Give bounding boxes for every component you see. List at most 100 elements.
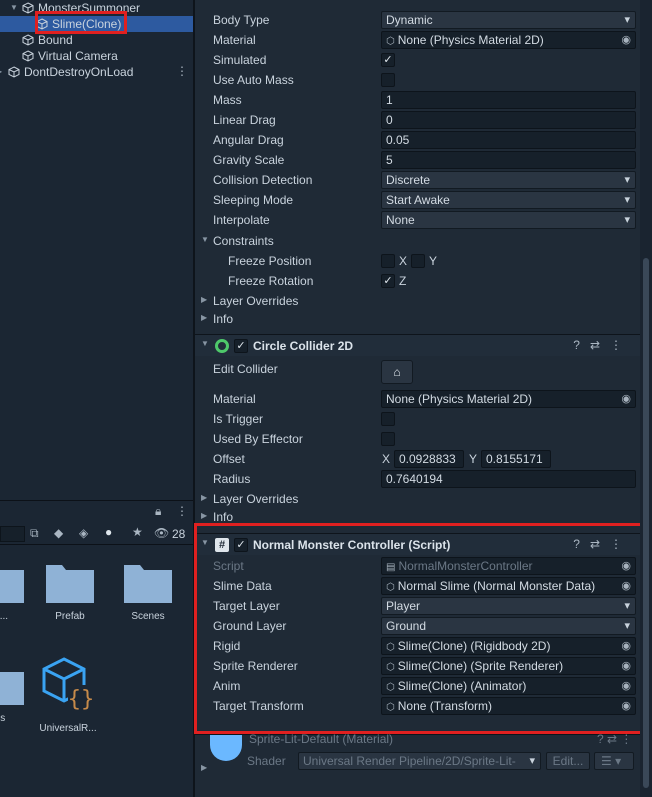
chevron-right-icon: ▶ bbox=[201, 511, 208, 520]
circle-collider-header[interactable]: ▼ ✓ Circle Collider 2D ?⇄⋮ bbox=[195, 334, 640, 356]
hierarchy-menu-icon[interactable]: ⋮ bbox=[176, 64, 188, 78]
shader-edit-button[interactable]: Edit... bbox=[546, 752, 590, 770]
freeze-rotation-z-checkbox[interactable]: ✓ bbox=[381, 274, 395, 288]
chevron-right-icon: ▶ bbox=[201, 295, 208, 304]
chevron-right-icon[interactable]: ▶ bbox=[201, 763, 207, 772]
chevron-down-icon: ▼ bbox=[201, 235, 209, 244]
property-field[interactable]: Start Awake bbox=[381, 191, 636, 209]
scrollbar-thumb[interactable] bbox=[643, 258, 649, 788]
property-field[interactable]: 5 bbox=[381, 151, 636, 169]
property-row: Material ⬡ None (Physics Material 2D) bbox=[195, 30, 640, 50]
project-panel: 🔒︎ ⋮ ⧉ ◆ ◈ ● ★ 👁︎ 28 st... Prefab Scenes gs… bbox=[0, 500, 193, 797]
asset-label: Prefab bbox=[55, 611, 85, 622]
property-label: Interpolate bbox=[213, 213, 270, 227]
property-label: Material bbox=[213, 33, 256, 47]
project-search-input[interactable] bbox=[0, 526, 25, 542]
offset-x-field[interactable]: 0.0928833 bbox=[394, 450, 464, 468]
property-label: Sleeping Mode bbox=[213, 193, 294, 207]
folder-item[interactable]: gs bbox=[0, 661, 30, 751]
collider-layer-overrides-foldout[interactable]: ▶ Layer Overrides bbox=[195, 489, 640, 509]
offset-row: Offset X 0.0928833 Y 0.8155171 bbox=[195, 449, 640, 469]
hierarchy-row[interactable]: Virtual Camera bbox=[0, 48, 193, 64]
property-field[interactable]: Discrete bbox=[381, 171, 636, 189]
chevron-down-icon[interactable]: ▼ bbox=[10, 0, 18, 16]
property-label: Gravity Scale bbox=[213, 153, 285, 167]
hierarchy-row-label: DontDestroyOnLoad bbox=[24, 65, 134, 79]
favorite-star-icon[interactable]: ★ bbox=[132, 525, 143, 539]
folder-item[interactable]: st... bbox=[0, 559, 30, 649]
folder-icon bbox=[124, 565, 172, 603]
asset-label: st... bbox=[0, 611, 9, 622]
asset-item[interactable]: {} UniversalR... bbox=[38, 657, 98, 751]
property-label: Use Auto Mass bbox=[213, 73, 294, 87]
asset-label: Scenes bbox=[131, 611, 165, 622]
warning-icon[interactable]: ● bbox=[105, 525, 112, 539]
property-field[interactable]: 0 bbox=[381, 111, 636, 129]
project-toolbar: 🔒︎ ⋮ bbox=[0, 501, 193, 523]
preset-icon[interactable]: ⇄ bbox=[590, 338, 610, 352]
component-enabled-checkbox[interactable]: ✓ bbox=[234, 339, 248, 353]
property-row: Gravity Scale 5 bbox=[195, 150, 640, 170]
property-field[interactable]: Dynamic bbox=[381, 11, 636, 29]
shader-dropdown[interactable]: Universal Render Pipeline/2D/Sprite-Lit- bbox=[298, 752, 541, 770]
chevron-right-icon: ▶ bbox=[201, 313, 208, 322]
edit-collider-button[interactable]: ⌂ bbox=[381, 360, 413, 384]
highlight-box bbox=[35, 11, 127, 34]
render-pipeline-asset-icon: {} bbox=[42, 657, 95, 712]
label-tag-icon[interactable]: ◈ bbox=[79, 526, 88, 540]
property-checkbox[interactable] bbox=[381, 73, 395, 87]
shader-list-button[interactable]: ☰ ▾ bbox=[594, 752, 634, 770]
lock-icon[interactable]: 🔒︎ bbox=[155, 504, 161, 519]
eye-icon[interactable]: 👁︎ bbox=[154, 526, 169, 540]
property-field[interactable]: 1 bbox=[381, 91, 636, 109]
layer-overrides-foldout[interactable]: ▶ Layer Overrides bbox=[195, 291, 640, 311]
panel-menu-icon[interactable]: ⋮ bbox=[176, 504, 188, 518]
freeze-position-y-checkbox[interactable] bbox=[411, 254, 425, 268]
used-by-effector-checkbox[interactable] bbox=[381, 432, 395, 446]
help-icon[interactable]: ? ⇄ ⋮ bbox=[597, 732, 632, 746]
shader-label: Shader bbox=[247, 754, 286, 768]
folder-item[interactable]: Prefab bbox=[40, 559, 100, 649]
property-field[interactable]: None bbox=[381, 211, 636, 229]
freeze-position-x-checkbox[interactable] bbox=[381, 254, 395, 268]
property-field[interactable]: 0.05 bbox=[381, 131, 636, 149]
inspector-scrollbar[interactable] bbox=[640, 0, 652, 797]
scene-icon bbox=[8, 66, 20, 78]
hierarchy-row[interactable]: ▶ DontDestroyOnLoad bbox=[0, 64, 193, 80]
component-title: Circle Collider 2D bbox=[253, 339, 354, 353]
asset-label: UniversalR... bbox=[39, 723, 97, 734]
property-label: Linear Drag bbox=[213, 113, 276, 127]
hierarchy-row[interactable]: Bound bbox=[0, 32, 193, 48]
filter-type-icon[interactable]: ◆ bbox=[54, 526, 63, 540]
offset-y-field[interactable]: 0.8155171 bbox=[481, 450, 551, 468]
used-by-effector-row: Used By Effector bbox=[195, 429, 640, 449]
property-row: Collision Detection Discrete bbox=[195, 170, 640, 190]
property-checkbox[interactable]: ✓ bbox=[381, 53, 395, 67]
is-trigger-checkbox[interactable] bbox=[381, 412, 395, 426]
freeze-position-row: Freeze Position X Y bbox=[228, 254, 438, 268]
info-foldout[interactable]: ▶ Info bbox=[195, 309, 640, 329]
search-by-type-icon[interactable]: ⧉ bbox=[30, 526, 39, 541]
help-icon[interactable]: ? bbox=[573, 338, 590, 352]
constraints-foldout[interactable]: ▼ Constraints bbox=[195, 231, 640, 251]
radius-field[interactable]: 0.7640194 bbox=[381, 470, 636, 488]
property-row: Body Type Dynamic bbox=[195, 10, 640, 30]
folder-icon bbox=[0, 570, 24, 603]
property-row: Simulated ✓ bbox=[195, 50, 640, 70]
property-label: Mass bbox=[213, 93, 242, 107]
component-menu-icon[interactable]: ⋮ bbox=[610, 338, 632, 352]
chevron-right-icon[interactable]: ▶ bbox=[0, 64, 2, 80]
script-highlight-box bbox=[194, 523, 650, 734]
gameobject-cube-icon bbox=[22, 50, 34, 62]
svg-text:{}: {} bbox=[68, 687, 95, 712]
material-field[interactable]: None (Physics Material 2D) bbox=[381, 390, 636, 408]
circle-collider-icon bbox=[215, 339, 229, 353]
folder-icon bbox=[0, 672, 24, 705]
hierarchy-panel: ▼ MonsterSummoner Slime(Clone) Bound Virtual… bbox=[0, 0, 193, 500]
property-label: Collision Detection bbox=[213, 173, 313, 187]
property-label: Body Type bbox=[213, 13, 270, 27]
property-field[interactable]: ⬡ None (Physics Material 2D) bbox=[381, 31, 636, 49]
folder-icon bbox=[46, 565, 94, 603]
property-row: Mass 1 bbox=[195, 90, 640, 110]
folder-item[interactable]: Scenes bbox=[118, 559, 178, 649]
